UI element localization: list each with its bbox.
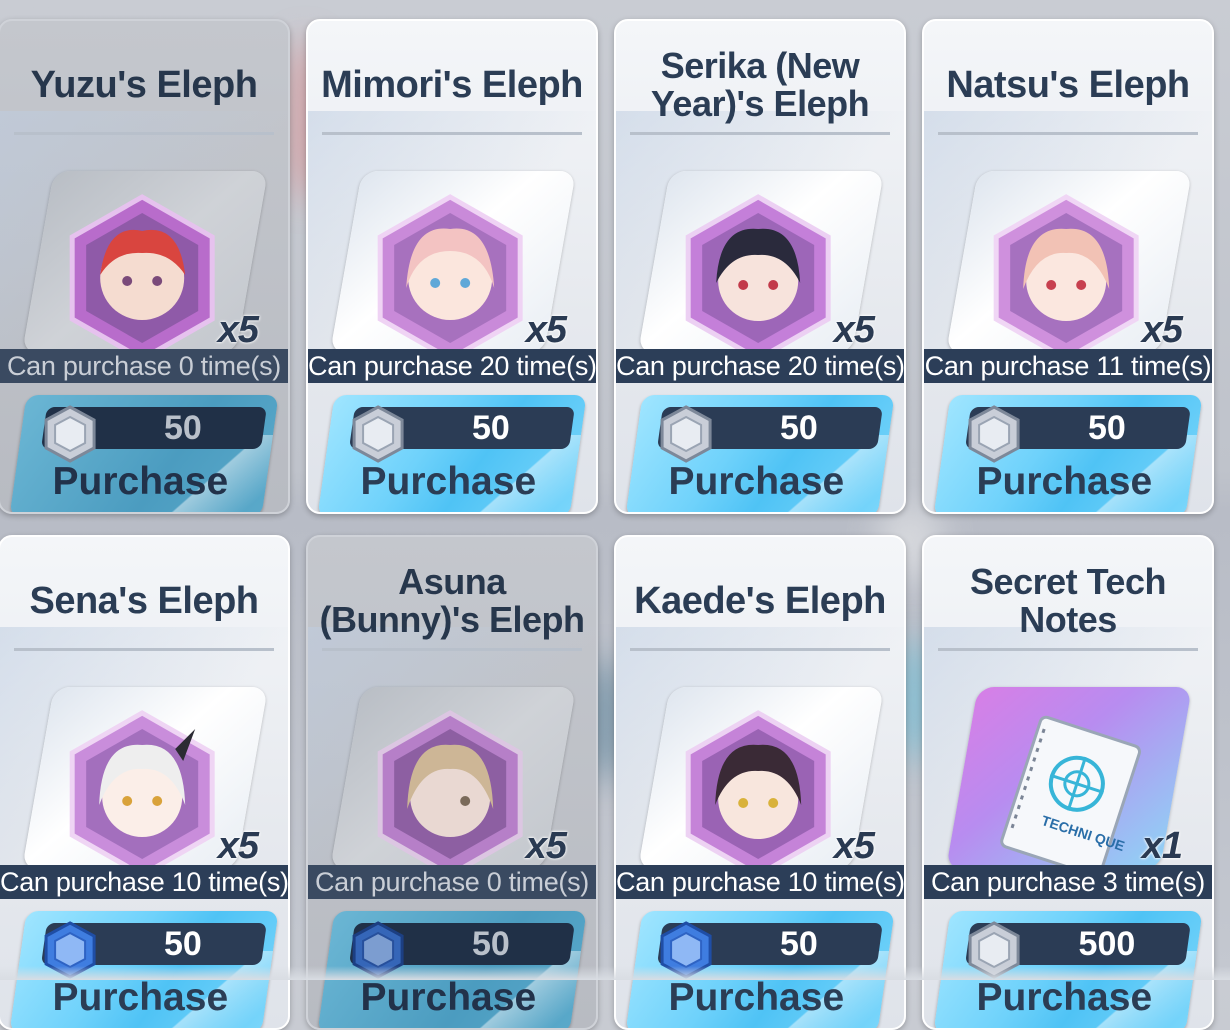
item-price: 50 bbox=[780, 409, 818, 447]
purchase-limit-label: Can purchase 11 time(s) bbox=[924, 349, 1212, 383]
title-divider bbox=[14, 132, 274, 135]
item-price: 50 bbox=[472, 409, 510, 447]
item-title: Kaede's Eleph bbox=[634, 580, 886, 622]
item-quantity: x5 bbox=[525, 309, 567, 351]
shop-item-card[interactable]: Serika (New Year)'s Eleph x5 Can purchas… bbox=[614, 19, 906, 514]
item-quantity: x5 bbox=[1141, 309, 1183, 351]
shop-grid: Yuzu's Eleph x5 Can purchase 0 time(s) 5… bbox=[0, 0, 1230, 1030]
eleph-portrait-icon bbox=[57, 709, 227, 869]
title-divider bbox=[14, 648, 274, 651]
shop-item-card[interactable]: Mimori's Eleph x5 Can purchase 20 time(s… bbox=[306, 19, 598, 514]
eleph-portrait-icon bbox=[673, 193, 843, 353]
item-price: 500 bbox=[1078, 925, 1136, 963]
purchase-button[interactable]: 50 Purchase bbox=[625, 395, 895, 512]
item-title: Asuna (Bunny)'s Eleph bbox=[319, 561, 585, 640]
item-quantity: x5 bbox=[217, 825, 259, 867]
notebook-icon: TECHNI QUE bbox=[981, 709, 1151, 869]
purchase-button-label: Purchase bbox=[668, 460, 845, 503]
purchase-limit-label: Can purchase 0 time(s) bbox=[308, 865, 596, 899]
title-divider bbox=[322, 132, 582, 135]
item-quantity: x5 bbox=[525, 825, 567, 867]
shop-item-card[interactable]: Sena's Eleph x5 Can purchase 10 time(s) bbox=[0, 535, 290, 1030]
shop-item-card[interactable]: Natsu's Eleph x5 Can purchase 11 time(s) bbox=[922, 19, 1214, 514]
item-price: 50 bbox=[472, 925, 510, 963]
item-quantity: x1 bbox=[1141, 825, 1183, 867]
eleph-portrait-icon bbox=[673, 709, 843, 869]
purchase-button-label: Purchase bbox=[976, 460, 1153, 503]
item-price: 50 bbox=[1088, 409, 1126, 447]
eleph-portrait-icon bbox=[365, 193, 535, 353]
purchase-button-label: Purchase bbox=[360, 460, 537, 503]
title-divider bbox=[630, 648, 890, 651]
title-divider bbox=[630, 132, 890, 135]
item-price: 50 bbox=[164, 409, 202, 447]
eleph-portrait-icon bbox=[365, 709, 535, 869]
purchase-limit-label: Can purchase 0 time(s) bbox=[0, 349, 288, 383]
item-title: Natsu's Eleph bbox=[946, 64, 1190, 106]
purchase-button[interactable]: 50 Purchase bbox=[317, 395, 587, 512]
title-divider bbox=[938, 648, 1198, 651]
shop-item-card[interactable]: Yuzu's Eleph x5 Can purchase 0 time(s) 5… bbox=[0, 19, 290, 514]
title-divider bbox=[938, 132, 1198, 135]
scroll-edge-fade bbox=[0, 966, 1230, 980]
item-title: Serika (New Year)'s Eleph bbox=[650, 45, 870, 124]
shop-item-card[interactable]: Asuna (Bunny)'s Eleph x5 Can purchase 0 … bbox=[306, 535, 598, 1030]
eleph-portrait-icon bbox=[57, 193, 227, 353]
item-price: 50 bbox=[780, 925, 818, 963]
item-title: Sena's Eleph bbox=[29, 580, 259, 622]
shop-item-card[interactable]: Kaede's Eleph x5 Can purchase 10 time(s) bbox=[614, 535, 906, 1030]
item-quantity: x5 bbox=[217, 309, 259, 351]
purchase-limit-label: Can purchase 20 time(s) bbox=[308, 349, 597, 383]
purchase-limit-label: Can purchase 3 time(s) bbox=[924, 865, 1212, 899]
purchase-button[interactable]: 50 Purchase bbox=[9, 395, 279, 512]
item-title: Mimori's Eleph bbox=[321, 64, 583, 106]
shop-item-card[interactable]: Secret Tech Notes TECHNI QUE x1 Can purc… bbox=[922, 535, 1214, 1030]
title-divider bbox=[322, 648, 582, 651]
purchase-button[interactable]: 50 Purchase bbox=[933, 395, 1203, 512]
item-price: 50 bbox=[164, 925, 202, 963]
purchase-limit-label: Can purchase 20 time(s) bbox=[616, 349, 905, 383]
item-quantity: x5 bbox=[833, 825, 875, 867]
purchase-limit-label: Can purchase 10 time(s) bbox=[0, 865, 289, 899]
eleph-portrait-icon bbox=[981, 193, 1151, 353]
item-title: Yuzu's Eleph bbox=[30, 64, 258, 106]
purchase-limit-label: Can purchase 10 time(s) bbox=[616, 865, 905, 899]
item-title: Secret Tech Notes bbox=[970, 561, 1166, 640]
purchase-button-label: Purchase bbox=[52, 460, 229, 503]
item-quantity: x5 bbox=[833, 309, 875, 351]
